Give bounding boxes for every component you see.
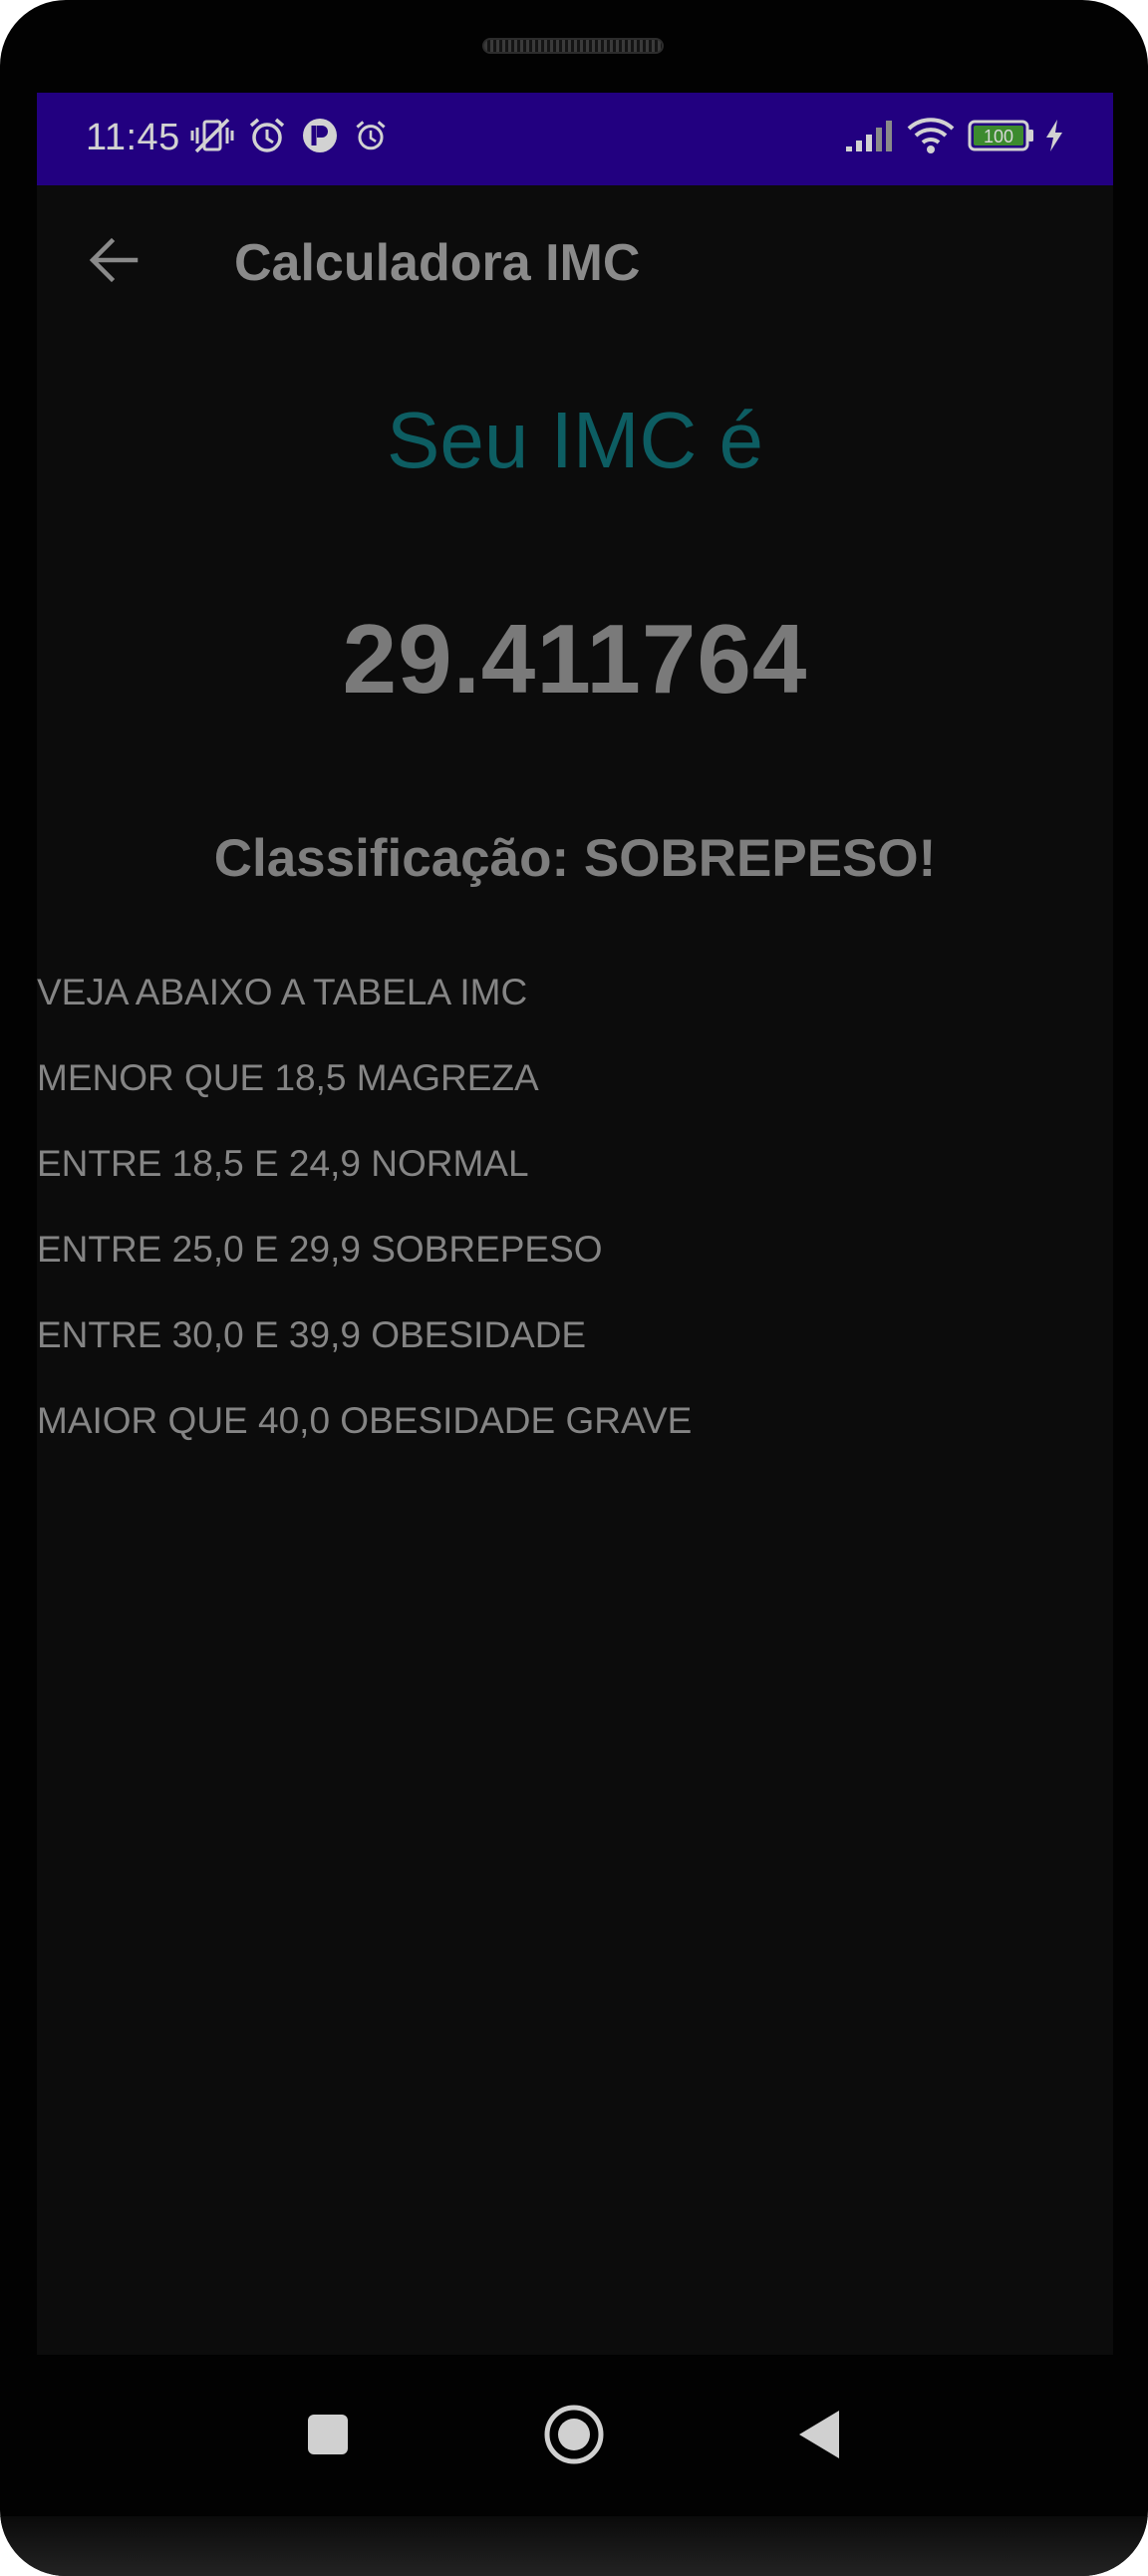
imc-heading: Seu IMC é: [387, 396, 763, 484]
status-time: 11:45: [86, 117, 180, 158]
imc-table-row: ENTRE 25,0 E 29,9 SOBREPESO: [37, 1229, 603, 1270]
wifi-icon: [903, 113, 959, 158]
app-screen: 11:45 100 Calculadora IMC Seu IMC é 29.4…: [37, 93, 1113, 2355]
navigation-bar: [0, 2355, 1148, 2514]
phone-frame: 11:45 100 Calculadora IMC Seu IMC é 29.4…: [0, 0, 1148, 2576]
back-triangle-icon: [799, 2411, 839, 2458]
recents-button[interactable]: [288, 2395, 368, 2474]
recents-square-icon: [308, 2415, 348, 2454]
vibrate-off-icon: [188, 113, 236, 158]
earpiece-speaker: [482, 38, 664, 54]
battery-icon: 100: [967, 113, 1036, 158]
bottom-bezel: [0, 2516, 1148, 2576]
imc-table-row: MENOR QUE 18,5 MAGREZA: [37, 1057, 539, 1098]
status-bar: 11:45 100: [37, 93, 1113, 185]
app-title: Calculadora IMC: [234, 234, 641, 292]
back-button[interactable]: [77, 223, 150, 297]
battery-level: 100: [984, 127, 1013, 146]
imc-table-header: VEJA ABAIXO A TABELA IMC: [37, 972, 528, 1012]
imc-table-row: ENTRE 30,0 E 39,9 OBESIDADE: [37, 1314, 587, 1355]
arrow-left-icon: [89, 237, 139, 283]
alarm-small-icon: [349, 113, 393, 158]
imc-table-row: ENTRE 18,5 E 24,9 NORMAL: [37, 1143, 529, 1184]
charging-icon: [1039, 113, 1069, 158]
imc-table: VEJA ABAIXO A TABELA IMC MENOR QUE 18,5 …: [37, 970, 692, 1484]
signal-icon: [842, 113, 898, 158]
app-bar: Calculadora IMC: [37, 185, 1113, 335]
home-button[interactable]: [534, 2395, 614, 2474]
imc-table-row: MAIOR QUE 40,0 OBESIDADE GRAVE: [37, 1400, 693, 1441]
nav-back-button[interactable]: [779, 2395, 859, 2474]
alarm-icon: [244, 113, 290, 158]
app-notification-icon: [297, 113, 343, 158]
home-circle-icon: [544, 2405, 604, 2464]
imc-value: 29.411764: [342, 604, 808, 714]
classification-text: Classificação: SOBREPESO!: [213, 829, 937, 888]
